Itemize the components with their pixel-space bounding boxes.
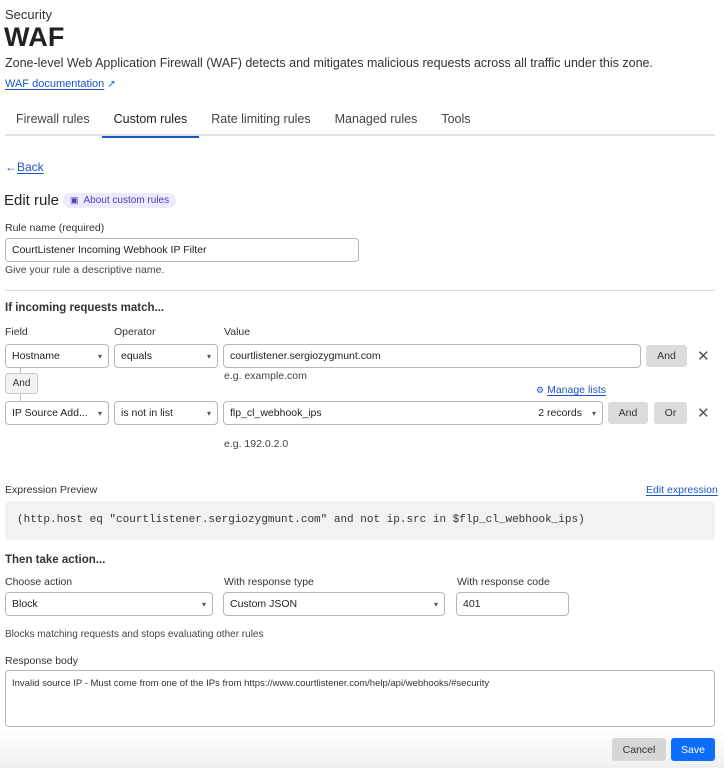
waf-documentation-label: WAF documentation — [5, 78, 105, 90]
page-description: Zone-level Web Application Firewall (WAF… — [5, 56, 653, 70]
caret-down-icon: ▾ — [201, 599, 206, 609]
choose-action-select[interactable]: Block ▾ — [5, 592, 213, 616]
response-type-label: With response type — [224, 576, 314, 588]
and-button-2[interactable]: And — [608, 402, 648, 424]
operator-column-label: Operator — [114, 326, 156, 338]
cancel-button[interactable]: Cancel — [612, 738, 666, 761]
waf-documentation-link[interactable]: WAF documentation ↗ — [5, 78, 116, 90]
value-input-1-value: courtlistener.sergiozygmunt.com — [230, 350, 381, 362]
connector-line — [20, 394, 21, 401]
response-body-textarea[interactable]: Invalid source IP - Must come from one o… — [5, 670, 715, 727]
value-input-1[interactable]: courtlistener.sergiozygmunt.com — [223, 344, 641, 368]
or-button-2[interactable]: Or — [654, 402, 687, 424]
rule-name-value: CourtListener Incoming Webhook IP Filter — [12, 244, 207, 256]
remove-condition-1-icon[interactable]: ✕ — [697, 347, 710, 365]
response-code-input[interactable]: 401 — [456, 592, 569, 616]
back-link[interactable]: ←Back — [5, 160, 44, 174]
operator-select-2-value: is not in list — [121, 407, 173, 419]
caret-down-icon: ▾ — [206, 408, 211, 418]
rule-name-help: Give your rule a descriptive name. — [5, 264, 165, 276]
breadcrumb: Security — [5, 7, 52, 22]
response-code-value: 401 — [463, 598, 481, 610]
action-help: Blocks matching requests and stops evalu… — [5, 629, 264, 640]
list-select-2[interactable]: flp_cl_webhook_ips 2 records ▾ — [223, 401, 603, 425]
field-select-2-value: IP Source Add... — [12, 407, 88, 419]
external-link-icon: ↗ — [107, 79, 116, 90]
tab-tools[interactable]: Tools — [429, 104, 482, 136]
operator-select-1[interactable]: equals ▾ — [114, 344, 218, 368]
caret-down-icon: ▾ — [97, 408, 102, 418]
field-select-1-value: Hostname — [12, 350, 60, 362]
field-select-2[interactable]: IP Source Add... ▾ — [5, 401, 109, 425]
caret-down-icon: ▾ — [591, 408, 596, 418]
response-body-label: Response body — [5, 655, 78, 667]
gear-icon: ⚙ — [536, 385, 545, 395]
caret-down-icon: ▾ — [206, 351, 211, 361]
about-custom-rules-badge[interactable]: ▣ About custom rules — [63, 193, 177, 208]
response-code-label: With response code — [457, 576, 550, 588]
value-column-label: Value — [224, 326, 251, 338]
logical-and-chip: And — [5, 373, 38, 394]
list-select-2-value: flp_cl_webhook_ips — [230, 407, 322, 419]
tab-managed-rules[interactable]: Managed rules — [323, 104, 430, 136]
choose-action-value: Block — [12, 598, 38, 610]
rule-name-label: Rule name (required) — [5, 222, 105, 234]
operator-select-1-value: equals — [121, 350, 152, 362]
save-button[interactable]: Save — [671, 738, 715, 761]
match-heading: If incoming requests match... — [5, 302, 165, 314]
remove-condition-2-icon[interactable]: ✕ — [697, 404, 710, 422]
value-help-2: e.g. 192.0.2.0 — [224, 438, 289, 450]
response-type-select[interactable]: Custom JSON ▾ — [223, 592, 445, 616]
tab-custom-rules[interactable]: Custom rules — [101, 104, 200, 138]
tab-bar: Firewall rules Custom rules Rate limitin… — [5, 104, 715, 138]
response-type-value: Custom JSON — [230, 598, 298, 610]
edit-expression-link[interactable]: Edit expression — [646, 484, 718, 496]
and-button-1[interactable]: And — [646, 345, 687, 367]
records-count: 2 records — [538, 407, 582, 419]
rule-name-input[interactable]: CourtListener Incoming Webhook IP Filter — [5, 238, 359, 262]
tab-firewall-rules[interactable]: Firewall rules — [5, 104, 102, 136]
caret-down-icon: ▾ — [433, 599, 438, 609]
expression-preview-label: Expression Preview — [5, 484, 98, 496]
book-icon: ▣ — [70, 195, 79, 205]
about-custom-rules-label: About custom rules — [83, 195, 170, 206]
manage-lists-link[interactable]: ⚙ Manage lists — [536, 384, 606, 396]
edit-rule-heading: Edit rule — [4, 192, 60, 209]
choose-action-label: Choose action — [5, 576, 73, 588]
back-label: Back — [17, 160, 44, 174]
manage-lists-label: Manage lists — [547, 384, 607, 396]
page-title: WAF — [4, 22, 65, 52]
action-heading: Then take action... — [5, 554, 106, 566]
value-help-1: e.g. example.com — [224, 370, 307, 382]
expression-preview: (http.host eq "courtlistener.sergiozygmu… — [5, 501, 715, 540]
divider — [5, 290, 715, 291]
arrow-left-icon: ← — [5, 160, 17, 174]
operator-select-2[interactable]: is not in list ▾ — [114, 401, 218, 425]
caret-down-icon: ▾ — [97, 351, 102, 361]
tab-rate-limiting-rules[interactable]: Rate limiting rules — [199, 104, 322, 136]
field-select-1[interactable]: Hostname ▾ — [5, 344, 109, 368]
field-column-label: Field — [5, 326, 28, 338]
